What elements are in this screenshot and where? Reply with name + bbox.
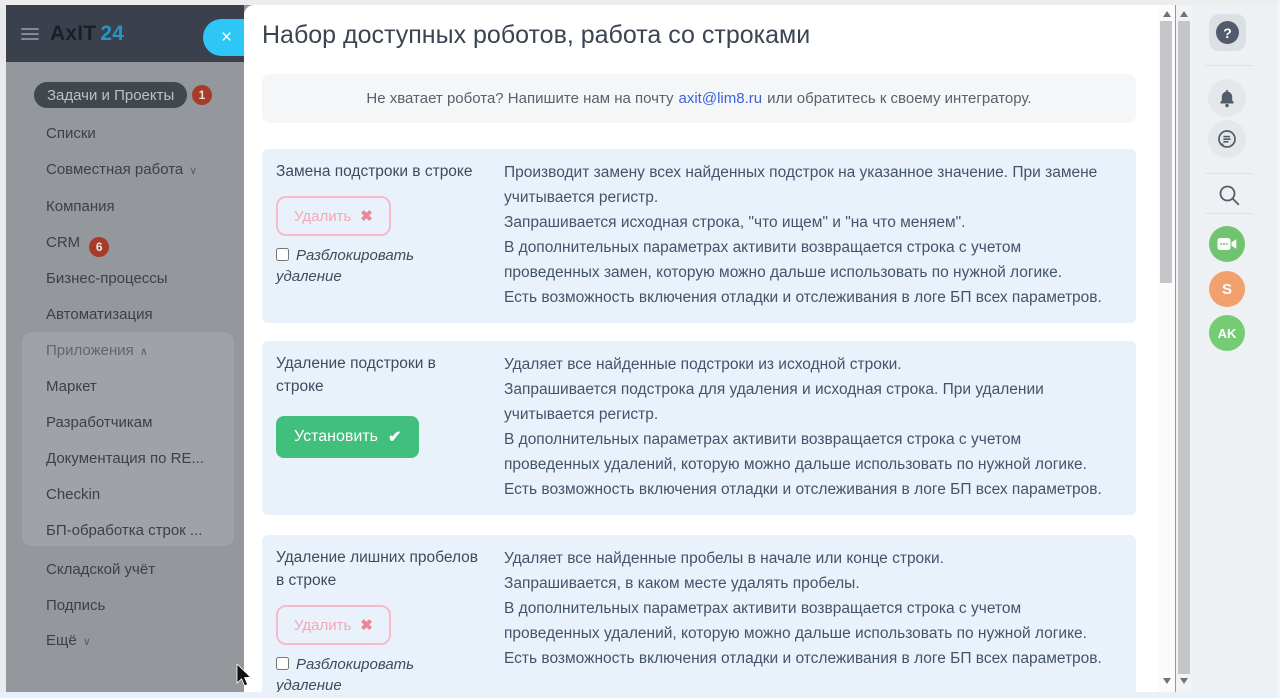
robot-description: Производит замену всех найденных подстро… — [504, 164, 1102, 306]
chevron-up-icon: ∧ — [139, 346, 148, 358]
sidebar-item-developers[interactable]: Разработчикам — [46, 414, 152, 431]
support-email-link[interactable]: axit@lim8.ru — [679, 90, 763, 107]
video-camera-icon — [1217, 238, 1237, 250]
install-robot-button[interactable]: Установить ✔ — [276, 416, 420, 458]
window-frame — [0, 0, 6, 698]
chevron-down-icon: ∨ — [82, 636, 91, 648]
chevron-down-icon: ∨ — [189, 165, 198, 177]
delete-robot-button[interactable]: Удалить ✖ — [276, 196, 391, 236]
avatar-ak[interactable]: AK — [1209, 315, 1245, 351]
app-window: AxIT 24 Задачи и Проекты 1 Списки Совмест… — [0, 0, 1280, 698]
sidebar-item-apps[interactable]: Приложения ∧ — [46, 342, 148, 359]
checkbox[interactable] — [276, 248, 289, 261]
sidebar-item-market[interactable]: Маркет — [46, 378, 97, 395]
x-icon: ✖ — [360, 208, 373, 225]
sidebar-item-rest-docs[interactable]: Документация по RE... — [46, 450, 204, 467]
question-icon: ? — [1216, 21, 1239, 44]
search-icon — [1219, 185, 1239, 205]
x-icon: ✖ — [360, 617, 373, 634]
avatar-s[interactable]: S — [1209, 271, 1245, 307]
support-notice: Не хватает робота? Напишите нам на почту… — [262, 74, 1136, 123]
divider — [1205, 173, 1253, 174]
robot-card-remove-substring: Удаление подстроки в строке Установить ✔ … — [262, 341, 1136, 515]
search-button[interactable] — [1216, 182, 1242, 208]
window-frame — [0, 0, 1280, 5]
help-button[interactable]: ? — [1209, 14, 1246, 51]
slider-panel: Набор доступных роботов, работа со строк… — [244, 5, 1158, 698]
sidebar-item-automation[interactable]: Автоматизация — [46, 306, 153, 323]
scrollbar-thumb[interactable] — [1160, 21, 1172, 283]
divider — [1205, 213, 1253, 214]
sidebar-item-lists[interactable]: Списки — [46, 125, 96, 142]
unlock-delete-checkbox[interactable]: Разблокировать удаление — [276, 245, 480, 287]
scroll-up-arrow[interactable] — [1176, 7, 1192, 21]
robot-card-replace-substring: Замена подстроки в строке Удалить ✖ Разбл… — [262, 149, 1136, 323]
delete-robot-button[interactable]: Удалить ✖ — [276, 605, 391, 645]
video-call-button[interactable] — [1209, 226, 1245, 262]
robot-name: Удаление подстроки в строке — [276, 355, 436, 395]
slider-close-button[interactable]: × — [203, 19, 244, 56]
scroll-down-arrow[interactable] — [1176, 674, 1192, 688]
chat-bubble-icon — [1218, 130, 1236, 148]
close-icon: × — [220, 26, 233, 48]
divider — [1205, 65, 1253, 66]
sidebar-item-tasks[interactable]: Задачи и Проекты — [34, 82, 188, 108]
scroll-down-arrow[interactable] — [1158, 674, 1175, 688]
hamburger-menu-icon[interactable] — [21, 27, 39, 40]
sidebar-item-bizproc[interactable]: Бизнес-процессы — [46, 270, 168, 287]
page-scrollbar — [1176, 5, 1192, 692]
sidebar-item-signature[interactable]: Подпись — [46, 597, 105, 614]
sidebar-item-more[interactable]: Ещё ∨ — [46, 632, 91, 649]
right-toolbar: ? S AK — [1192, 5, 1277, 692]
scroll-up-arrow[interactable] — [1158, 7, 1175, 21]
sidebar-item-warehouse[interactable]: Складской учёт — [46, 561, 155, 578]
scrollbar-thumb[interactable] — [1178, 21, 1190, 674]
sidebar: AxIT 24 Задачи и Проекты 1 Списки Совмест… — [6, 5, 244, 698]
page-title: Набор доступных роботов, работа со строк… — [262, 21, 811, 49]
tasks-badge: 1 — [192, 85, 212, 105]
robot-description: Удаляет все найденные пробелы в начале и… — [504, 550, 1102, 667]
slider-scrollbar — [1158, 5, 1175, 692]
app-logo[interactable]: AxIT 24 — [50, 22, 124, 46]
sidebar-item-string-bp[interactable]: БП-обработка строк ... — [46, 522, 202, 539]
unlock-delete-checkbox[interactable]: Разблокировать удаление — [276, 654, 480, 696]
robot-name: Удаление лишних пробелов в строке — [276, 549, 479, 589]
sidebar-item-checkin[interactable]: Checkin — [46, 486, 100, 503]
messenger-button[interactable] — [1208, 120, 1246, 158]
sidebar-apps-group — [22, 332, 234, 546]
window-frame — [0, 692, 1280, 698]
robot-description: Удаляет все найденные подстроки из исход… — [504, 356, 1102, 498]
robot-name: Замена подстроки в строке — [276, 163, 473, 180]
bell-icon — [1220, 89, 1234, 107]
check-icon: ✔ — [387, 429, 402, 446]
sidebar-item-company[interactable]: Компания — [46, 198, 115, 215]
sidebar-item-collab[interactable]: Совместная работа ∨ — [46, 161, 197, 178]
sidebar-item-crm[interactable]: CRM 6 — [46, 234, 110, 257]
robot-card-trim-spaces: Удаление лишних пробелов в строке Удалит… — [262, 535, 1136, 698]
checkbox[interactable] — [276, 657, 289, 670]
notifications-button[interactable] — [1208, 79, 1246, 117]
crm-badge: 6 — [89, 237, 110, 257]
